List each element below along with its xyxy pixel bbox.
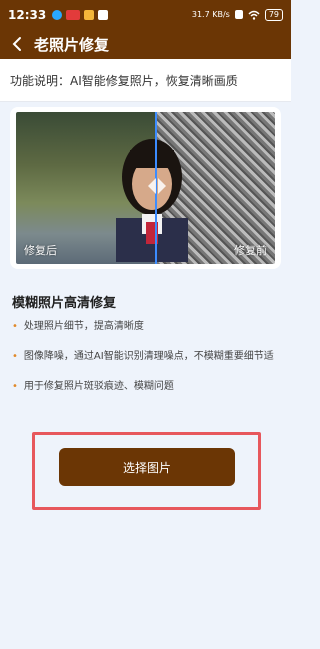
bullet-icon: • [12,381,18,392]
back-arrow-icon[interactable] [10,36,26,52]
feature-list: • 处理照片细节，提高清晰度 • 图像降噪，通过AI智能识别清理噪点，不模糊重要… [12,320,287,410]
status-right: 31.7 KB/s 79 [191,8,283,21]
app-icon [98,9,109,20]
before-label: 修复前 [234,244,267,257]
slider-left-arrow-icon[interactable] [148,178,156,194]
feature-text: 图像降噪，通过AI智能识别清理噪点，不模糊重要细节适 [23,351,274,362]
sim-icon [234,10,243,19]
bullet-icon: • [12,351,18,362]
app-icon [84,9,95,20]
select-image-button[interactable]: 选择图片 [59,448,235,486]
bullet-icon: • [12,321,18,332]
status-bar: 12:33 31.7 KB/s 79 [0,0,291,29]
feature-item: • 图像降噪，通过AI智能识别清理噪点，不模糊重要细节适 [12,350,287,380]
feature-text: 用于修复照片斑驳痕迹、模糊问题 [23,381,174,392]
app-header: 老照片修复 [0,29,291,59]
section-title: 模糊照片高清修复 [12,296,117,311]
wifi-icon [248,10,260,20]
status-notification-icons [52,9,109,20]
feature-item: • 处理照片细节，提高清晰度 [12,320,287,350]
network-speed: 31.7 KB/s [191,10,230,19]
function-description: 功能说明：AI智能修复照片，恢复清晰画质 [0,59,291,102]
after-label: 修复后 [24,244,57,257]
page-title: 老照片修复 [34,35,110,54]
battery-indicator: 79 [264,8,283,21]
qq-icon [52,9,63,20]
comparison-photo: 修复后 修复前 [16,112,275,264]
feature-text: 处理照片细节，提高清晰度 [23,321,144,332]
slider-right-arrow-icon[interactable] [158,178,166,194]
before-after-comparison: 修复后 修复前 [10,107,281,269]
app-icon [66,9,81,20]
status-time: 12:33 [8,7,47,22]
feature-item: • 用于修复照片斑驳痕迹、模糊问题 [12,380,287,410]
